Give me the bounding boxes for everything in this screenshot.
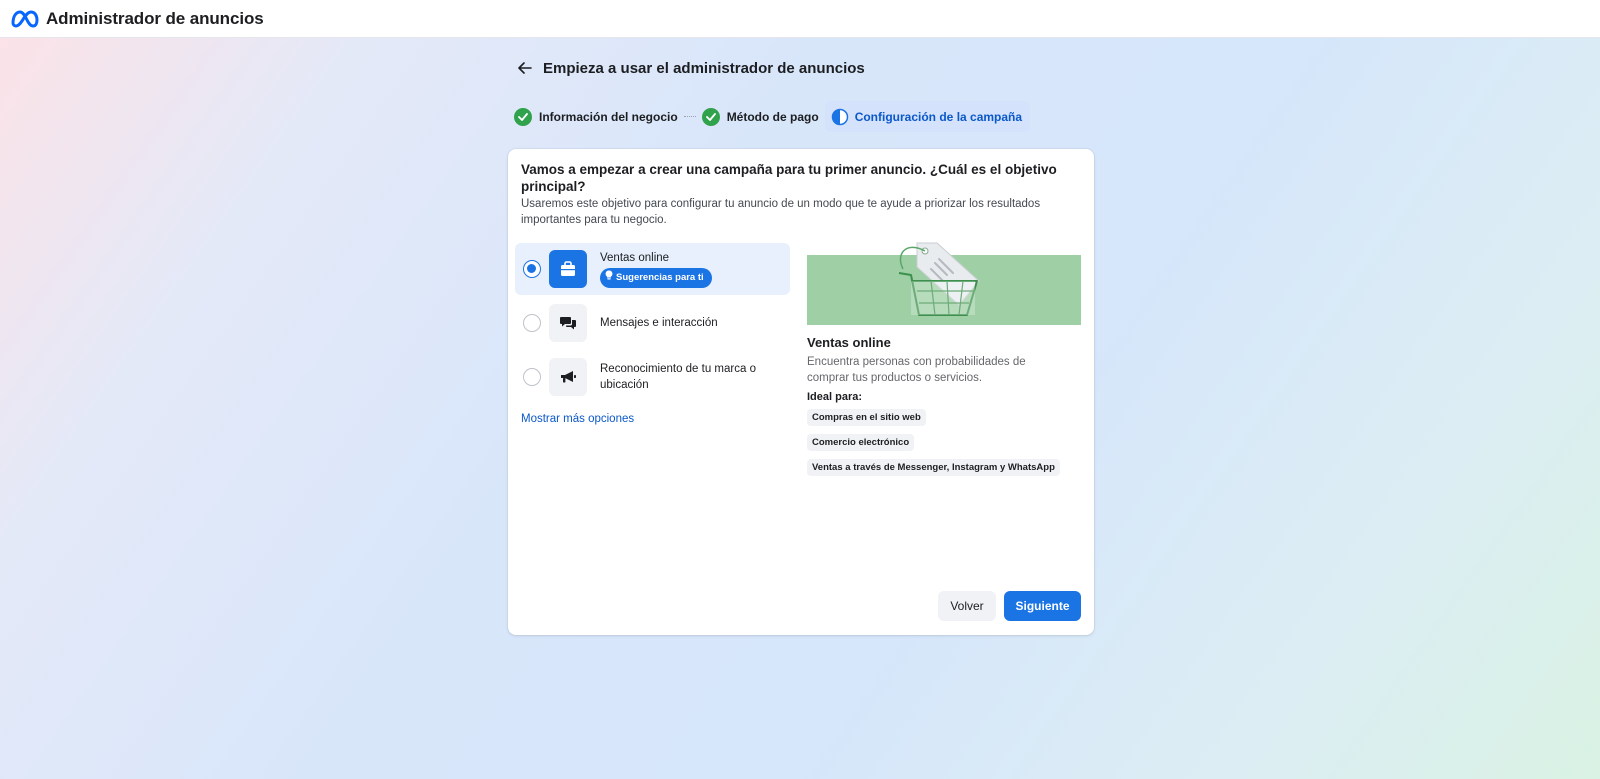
show-more-options-link[interactable]: Mostrar más opciones xyxy=(521,413,634,425)
check-circle-icon xyxy=(701,107,720,126)
preview-description: Encuentra personas con probabilidades de… xyxy=(807,356,1026,384)
option-messages[interactable]: Mensajes e interacción xyxy=(515,297,790,349)
tag-ecommerce: Comercio electrónico xyxy=(807,434,915,451)
page-title: Empieza a usar el administrador de anunc… xyxy=(543,59,865,77)
step-label: Método de pago xyxy=(726,109,819,124)
step-label: Información del negocio xyxy=(539,109,678,124)
arrow-left-icon[interactable] xyxy=(516,59,534,77)
objective-options: Ventas online Sugerencias para ti Mensaj… xyxy=(515,243,790,405)
next-button[interactable]: Siguiente xyxy=(1004,591,1081,621)
badge-label: Sugerencias para ti xyxy=(616,272,704,283)
tag-messaging-sales: Ventas a través de Messenger, Instagram … xyxy=(807,459,1060,476)
shopping-bag-icon xyxy=(549,250,587,288)
chat-bubbles-icon xyxy=(549,304,587,342)
back-button[interactable]: Volver xyxy=(938,591,996,621)
ideal-for-tags: Compras en el sitio web Comercio electró… xyxy=(807,407,1081,482)
radio-button[interactable] xyxy=(523,368,541,386)
megaphone-icon xyxy=(549,358,587,396)
meta-logo-icon[interactable] xyxy=(10,9,40,29)
step-business-info[interactable]: Información del negocio xyxy=(510,101,682,132)
option-label: Reconocimiento de tu marca o ubicación xyxy=(600,363,756,391)
half-circle-icon xyxy=(831,108,849,126)
lightbulb-icon xyxy=(605,270,613,286)
option-label: Mensajes e interacción xyxy=(600,317,718,329)
tag-website-purchases: Compras en el sitio web xyxy=(807,409,926,426)
radio-button[interactable] xyxy=(523,314,541,332)
option-text: Ventas online Sugerencias para ti xyxy=(600,250,712,288)
option-online-sales[interactable]: Ventas online Sugerencias para ti xyxy=(515,243,790,295)
option-brand-awareness[interactable]: Reconocimiento de tu marca o ubicación xyxy=(515,351,790,403)
preview-title: Ventas online xyxy=(807,335,891,350)
page-header: Empieza a usar el administrador de anunc… xyxy=(516,59,865,77)
ideal-for-label: Ideal para: xyxy=(807,391,863,403)
objective-card: Vamos a empezar a crear una campaña para… xyxy=(508,149,1094,635)
suggestion-badge: Sugerencias para ti xyxy=(600,268,712,288)
radio-button[interactable] xyxy=(523,260,541,278)
check-circle-icon xyxy=(514,107,532,126)
app-title: Administrador de anuncios xyxy=(46,8,264,28)
objective-preview: Ventas online Encuentra personas con pro… xyxy=(807,242,1081,482)
option-label: Ventas online xyxy=(600,252,670,264)
top-bar: Administrador de anuncios xyxy=(0,0,1600,38)
card-title: Vamos a empezar a crear una campaña para… xyxy=(521,162,1057,194)
step-campaign-config[interactable]: Configuración de la campaña xyxy=(824,101,1031,132)
card-description: Usaremos este objetivo para configurar t… xyxy=(521,198,1041,226)
step-separator xyxy=(683,116,696,117)
step-payment-method[interactable]: Método de pago xyxy=(698,101,823,132)
shopping-cart-illustration xyxy=(807,242,1081,325)
progress-stepper: Información del negocio Método de pago C… xyxy=(510,101,1031,132)
step-label: Configuración de la campaña xyxy=(854,109,1023,124)
